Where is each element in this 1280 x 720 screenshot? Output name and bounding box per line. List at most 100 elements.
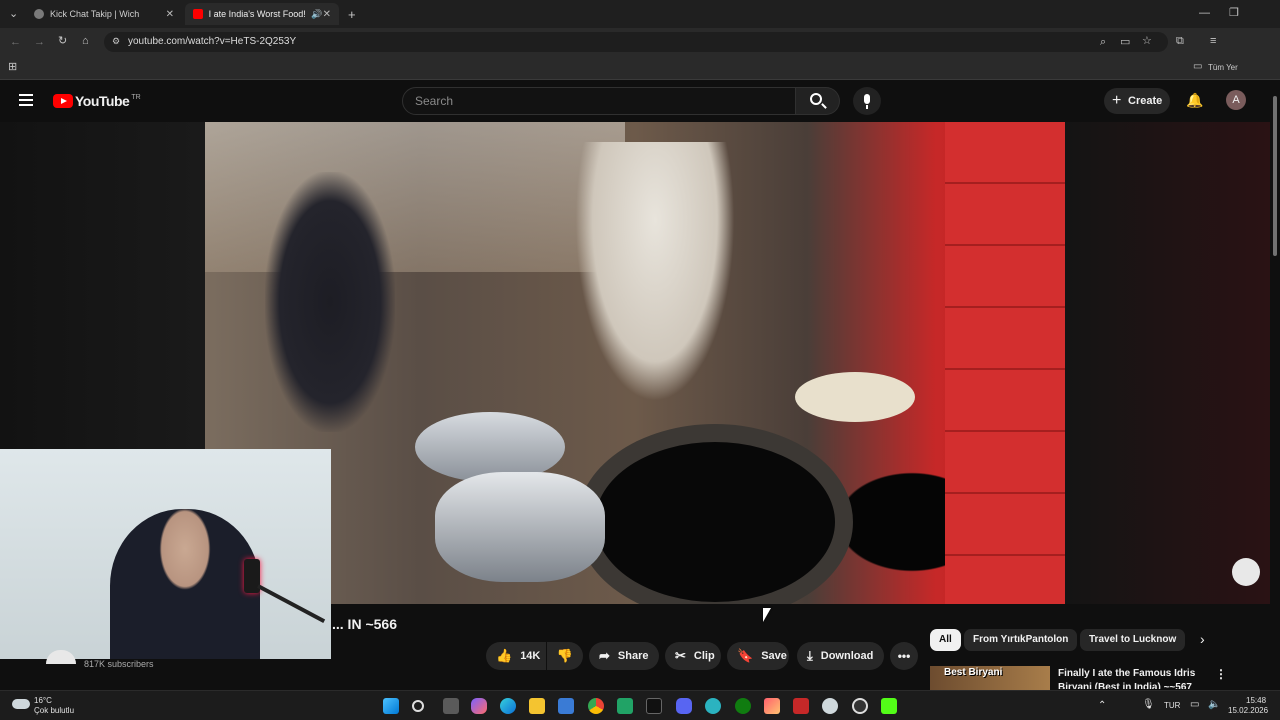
all-bookmarks-folder[interactable]: Tüm Yer xyxy=(1208,63,1238,72)
weather-temperature: 16°C xyxy=(34,696,52,705)
clock-time[interactable]: 15:48 xyxy=(1246,696,1266,705)
recommendation-thumbnail[interactable]: Best Biryani xyxy=(930,666,1050,690)
steam-icon[interactable] xyxy=(822,698,838,714)
thumbnail-caption: Best Biryani xyxy=(944,667,1003,678)
forward-icon[interactable]: → xyxy=(34,37,45,48)
windows-start-icon[interactable] xyxy=(383,698,399,714)
xbox-icon[interactable] xyxy=(735,698,751,714)
video-frame[interactable] xyxy=(205,122,1065,604)
speaker-icon[interactable]: 🔊 xyxy=(311,9,322,20)
globe-app-icon[interactable] xyxy=(705,698,721,714)
search-button[interactable] xyxy=(796,87,840,115)
tray-display-icon[interactable]: ▭ xyxy=(1190,699,1199,710)
kick-app-icon[interactable] xyxy=(881,698,897,714)
zoom-icon[interactable]: ⌕ xyxy=(1100,37,1106,48)
bookmarks-bar: ⊞ ▭ Tüm Yer xyxy=(0,56,1280,80)
reload-icon[interactable]: ↻ xyxy=(58,36,67,47)
globe-icon xyxy=(34,9,44,19)
avatar[interactable]: A xyxy=(1226,90,1246,110)
tray-overflow-icon[interactable]: ⌃ xyxy=(1098,700,1106,711)
clip-button[interactable]: ✂ Clip xyxy=(665,642,721,670)
address-bar[interactable]: ⚙ youtube.com/watch?v=HeTS-2Q253Y ⌕ ▭ ☆ xyxy=(104,32,1168,52)
metal-pot-large xyxy=(435,472,605,582)
like-button[interactable]: 👍 14K xyxy=(486,642,546,670)
save-label: Save xyxy=(761,650,787,662)
cast-icon[interactable]: ▭ xyxy=(1120,37,1130,48)
more-horizontal-icon: ••• xyxy=(897,649,911,663)
video-title-fragment: ... IN ~566 xyxy=(332,616,397,632)
capcut-icon[interactable] xyxy=(646,698,662,714)
chip-from-channel[interactable]: From YırtıkPantolon xyxy=(964,629,1078,651)
tab-kick-chat[interactable]: Kick Chat Takip | Wich ✕ xyxy=(26,3,182,25)
apps-grid-icon[interactable]: ⊞ xyxy=(8,62,17,73)
file-explorer-icon[interactable] xyxy=(529,698,545,714)
reading-list-icon[interactable]: ≡ xyxy=(1210,36,1216,47)
chevron-right-icon[interactable]: › xyxy=(1200,631,1205,647)
microphone-icon xyxy=(864,94,870,104)
edge-browser-icon[interactable] xyxy=(500,698,516,714)
dislike-button[interactable]: 👎 xyxy=(547,642,583,670)
tandoor-oven xyxy=(595,442,835,602)
tab-search-icon[interactable]: ⌄ xyxy=(9,9,18,20)
input-language[interactable]: TUR xyxy=(1164,701,1180,710)
download-button[interactable]: ⤓ Download xyxy=(797,642,884,670)
weather-cloud-icon[interactable] xyxy=(12,699,30,709)
scissors-icon: ✂ xyxy=(675,648,686,663)
task-view-icon[interactable] xyxy=(443,698,459,714)
chip-all[interactable]: All xyxy=(930,629,961,651)
save-button[interactable]: 🔖 Save xyxy=(727,642,789,670)
youtube-header: YouTube TR Search + Create 🔔 A xyxy=(0,80,1280,122)
download-icon: ⤓ xyxy=(807,648,813,663)
chrome-icon[interactable] xyxy=(588,698,604,714)
tab-title: Kick Chat Takip | Wich xyxy=(50,9,140,19)
bookmark-star-icon[interactable]: ☆ xyxy=(1142,36,1152,47)
menu-icon[interactable] xyxy=(19,94,33,106)
tray-mic-icon[interactable]: 🎙 xyxy=(1142,699,1155,710)
browser-tab-bar: ⌄ Kick Chat Takip | Wich ✕ I ate India's… xyxy=(0,0,1280,28)
tray-volume-icon[interactable]: 🔈 xyxy=(1208,699,1220,710)
search-input[interactable]: Search xyxy=(402,87,796,115)
country-code: TR xyxy=(131,93,141,101)
clock-date[interactable]: 15.02.2026 xyxy=(1228,706,1268,715)
obs-icon[interactable] xyxy=(852,698,868,714)
tab-youtube-video[interactable]: I ate India's Worst Food! IT 🔊 ✕ xyxy=(185,3,339,25)
streamer-person xyxy=(110,509,260,659)
close-tab-icon[interactable]: ✕ xyxy=(323,9,331,20)
red-tiled-wall xyxy=(945,122,1065,604)
recommendation-title[interactable]: Finally I ate the Famous Idris Biryani (… xyxy=(1058,667,1208,689)
notifications-bell-icon[interactable]: 🔔 xyxy=(1186,92,1203,109)
search-icon[interactable] xyxy=(412,700,424,712)
store-icon[interactable] xyxy=(558,698,574,714)
youtube-favicon-icon xyxy=(193,9,203,19)
mic-stand xyxy=(257,584,326,623)
page-scrollbar-thumb[interactable] xyxy=(1273,96,1277,256)
copilot-icon[interactable] xyxy=(471,698,487,714)
home-icon[interactable]: ⌂ xyxy=(82,36,89,47)
discord-icon[interactable] xyxy=(676,698,692,714)
thumbs-down-icon: 👎 xyxy=(556,648,574,663)
photos-app-icon[interactable] xyxy=(764,698,780,714)
subscriber-count: 817K subscribers xyxy=(84,659,154,669)
voice-search-button[interactable] xyxy=(853,87,881,115)
extensions-icon[interactable]: ⧉ xyxy=(1176,36,1184,47)
youtube-logo[interactable]: YouTube TR xyxy=(53,93,141,109)
recorder-app-icon[interactable] xyxy=(793,698,809,714)
share-label: Share xyxy=(617,650,649,662)
search-icon xyxy=(810,93,822,105)
folder-icon[interactable]: ▭ xyxy=(1193,62,1202,72)
more-actions-button[interactable]: ••• xyxy=(890,642,918,670)
back-icon[interactable]: ← xyxy=(10,37,21,48)
create-button[interactable]: + Create xyxy=(1104,88,1170,114)
site-info-icon[interactable]: ⚙ xyxy=(112,37,120,46)
close-tab-icon[interactable]: ✕ xyxy=(166,9,174,20)
minimize-icon[interactable]: — xyxy=(1199,8,1210,19)
windows-taskbar: 16°C Çok bulutlu ⌃ 🎙 TUR ▭ 🔈 15:48 15.02… xyxy=(0,690,1280,720)
more-vertical-icon[interactable]: ⋮ xyxy=(1215,667,1227,681)
excel-icon[interactable] xyxy=(617,698,633,714)
new-tab-icon[interactable]: + xyxy=(348,8,356,21)
pip-icon[interactable] xyxy=(1232,558,1260,586)
chip-travel-to-lucknow[interactable]: Travel to Lucknow xyxy=(1080,629,1186,651)
restore-icon[interactable]: ❐ xyxy=(1229,8,1239,19)
share-button[interactable]: ➦ Share xyxy=(589,642,659,670)
plus-icon: + xyxy=(1112,92,1122,109)
